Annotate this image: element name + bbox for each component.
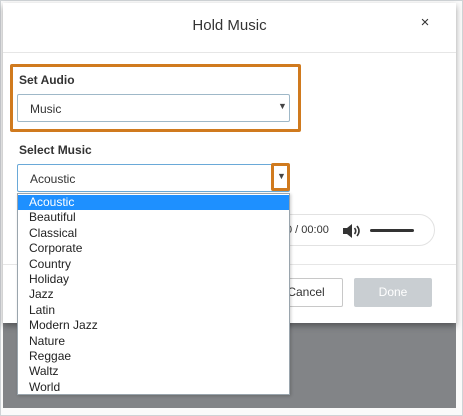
dropdown-option[interactable]: Classical bbox=[18, 226, 289, 241]
playback-time: 0 / 00:00 bbox=[286, 224, 329, 236]
select-music-arrow-highlight[interactable]: ▼ bbox=[271, 163, 290, 191]
select-music-label: Select Music bbox=[19, 143, 92, 157]
dropdown-option[interactable]: Country bbox=[18, 257, 289, 272]
dropdown-option[interactable]: Latin bbox=[18, 303, 289, 318]
chevron-down-icon: ▼ bbox=[278, 101, 287, 111]
select-music-dropdown-list: Acoustic Beautiful Classical Corporate Count… bbox=[17, 193, 290, 395]
speaker-volume-icon[interactable] bbox=[342, 223, 362, 242]
dropdown-option[interactable]: Acoustic bbox=[18, 195, 289, 210]
done-button[interactable]: Done bbox=[354, 278, 432, 307]
close-icon[interactable]: × bbox=[415, 14, 435, 34]
dialog-title: Hold Music bbox=[192, 17, 267, 34]
set-audio-selected-value: Music bbox=[30, 102, 62, 116]
volume-slider[interactable] bbox=[370, 229, 414, 232]
chevron-down-icon: ▼ bbox=[277, 171, 286, 181]
dropdown-option[interactable]: World bbox=[18, 380, 289, 395]
dropdown-option[interactable]: Modern Jazz bbox=[18, 318, 289, 333]
dropdown-option[interactable]: Reggae bbox=[18, 349, 289, 364]
dropdown-option[interactable]: Holiday bbox=[18, 272, 289, 287]
select-music-select[interactable]: Acoustic bbox=[17, 164, 290, 192]
set-audio-label: Set Audio bbox=[19, 73, 75, 87]
dropdown-option[interactable]: Corporate bbox=[18, 241, 289, 256]
dropdown-option[interactable]: Beautiful bbox=[18, 210, 289, 225]
dropdown-option[interactable]: Jazz bbox=[18, 287, 289, 302]
select-music-selected-value: Acoustic bbox=[30, 172, 76, 186]
dialog-header: Hold Music × bbox=[3, 3, 456, 53]
dropdown-option[interactable]: Waltz bbox=[18, 364, 289, 379]
set-audio-select[interactable]: Music ▼ bbox=[17, 94, 290, 122]
dropdown-option[interactable]: Nature bbox=[18, 334, 289, 349]
